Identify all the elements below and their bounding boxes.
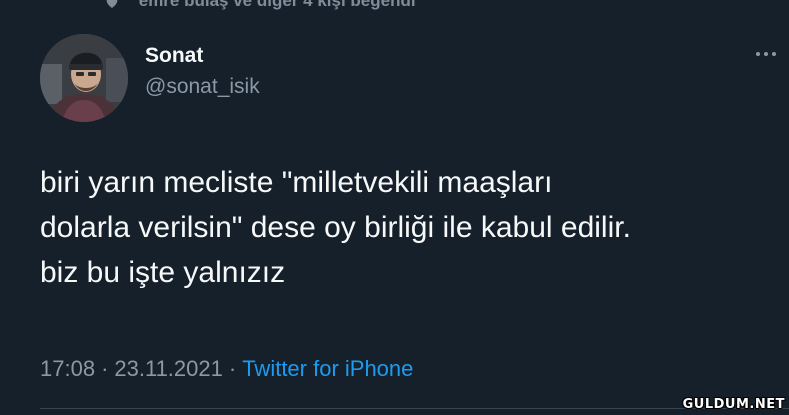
meta-separator: · xyxy=(101,356,109,381)
tweet-time[interactable]: 17:08 xyxy=(40,356,95,381)
tweet-text-line: biri yarın mecliste "milletvekili maaşla… xyxy=(40,166,553,199)
more-icon[interactable] xyxy=(749,42,783,66)
social-context-text: emre bulaş ve diğer 4 kişi beğendi xyxy=(138,0,416,10)
author-display-name[interactable]: Sonat xyxy=(145,44,203,68)
watermark-logo: GULDUM.NET xyxy=(682,397,785,412)
divider xyxy=(40,408,789,409)
tweet-detail: emre bulaş ve diğer 4 kişi beğendi Sonat… xyxy=(0,0,789,415)
tweet-text-line: dolarla verilsin" dese oy birliği ile ka… xyxy=(40,211,631,244)
tweet-text: biri yarın mecliste "milletvekili maaşla… xyxy=(40,160,785,295)
avatar[interactable] xyxy=(40,34,128,122)
tweet-text-line: biz bu işte yalnızız xyxy=(40,256,286,289)
author-handle[interactable]: @sonat_isik xyxy=(145,75,260,99)
avatar-photo xyxy=(40,34,128,122)
social-context[interactable]: emre bulaş ve diğer 4 kişi beğendi xyxy=(104,0,416,11)
tweet-source-link[interactable]: Twitter for iPhone xyxy=(242,356,413,381)
meta-separator: · xyxy=(228,356,237,381)
tweet-date[interactable]: 23.11.2021 xyxy=(114,356,222,381)
heart-icon xyxy=(104,0,120,10)
tweet-meta: 17:08 · 23.11.2021 · Twitter for iPhone xyxy=(40,356,413,382)
